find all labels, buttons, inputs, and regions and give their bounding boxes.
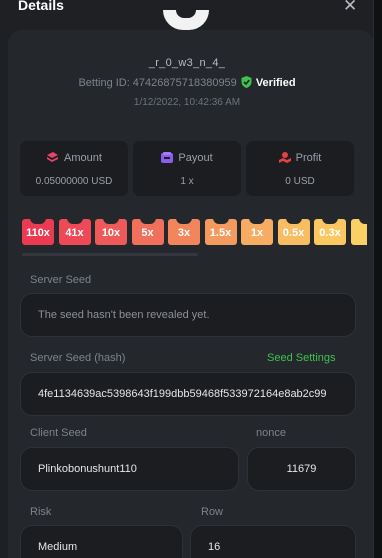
multiplier-chip: 0.3x xyxy=(314,219,346,245)
seed-settings-link[interactable]: Seed Settings xyxy=(267,352,336,364)
multiplier-chip: 1x xyxy=(241,219,273,245)
betting-id-value: 47426875718380959 xyxy=(132,77,237,89)
money-icon xyxy=(46,152,59,166)
close-icon[interactable]: ✕ xyxy=(343,0,357,16)
stat-label-payout: Payout xyxy=(178,152,213,164)
multiplier-chip: 41x xyxy=(58,219,91,245)
multiplier-chip xyxy=(350,219,367,245)
bet-timestamp: 1/12/2022, 10:42:36 AM xyxy=(133,97,241,108)
server-seed-hash-label: Server Seed (hash) xyxy=(30,352,126,364)
client-seed-label: Client Seed xyxy=(30,427,87,439)
server-seed-field[interactable]: The seed hasn't been revealed yet. xyxy=(20,293,356,337)
multiplier-chip: 10x xyxy=(95,219,127,245)
risk-label: Risk xyxy=(30,506,52,518)
nonce-label: nonce xyxy=(256,427,286,439)
payout-icon xyxy=(161,152,174,166)
betting-id-row: Betting ID: 47426875718380959 Verified xyxy=(0,76,373,91)
stat-card-amount: Amount 0.05000000 USD xyxy=(20,141,128,196)
multiplier-row: 110x 41x 10x 5x 3x 1.5x 1x 0.5x 0.3x xyxy=(22,219,367,247)
risk-field[interactable]: Medium xyxy=(20,525,183,558)
nonce-field[interactable]: 11679 xyxy=(247,447,356,491)
server-seed-hash-field[interactable]: 4fe1134639ac5398643f199dbb59468f53397216… xyxy=(20,372,356,416)
profit-icon xyxy=(278,152,291,166)
multiplier-chip: 110x xyxy=(22,219,54,245)
shield-check-icon xyxy=(241,76,252,91)
details-modal: Details ✕ _r_0_w3_n_4_ Betting ID: 474268… xyxy=(0,0,374,558)
verified-label: Verified xyxy=(255,77,296,89)
multiplier-scrollbar[interactable] xyxy=(22,253,198,256)
server-seed-label: Server Seed xyxy=(30,274,92,286)
stat-card-payout: Payout 1 x xyxy=(133,141,241,196)
modal-title: Details xyxy=(18,0,64,13)
client-seed-field[interactable]: Plinkobonushunt110 xyxy=(20,447,239,491)
stat-label-amount: Amount xyxy=(64,152,102,164)
stat-value-amount: 0.05000000 USD xyxy=(35,176,113,187)
multiplier-chip: 0.5x xyxy=(277,219,310,245)
multiplier-chip: 3x xyxy=(168,219,200,245)
stat-value-profit: 0 USD xyxy=(285,176,315,187)
multiplier-chip: 5x xyxy=(131,219,164,245)
stat-card-profit: Profit 0 USD xyxy=(246,141,354,196)
stat-value-payout: 1 x xyxy=(180,176,194,187)
row-field[interactable]: 16 xyxy=(190,525,356,558)
avatar xyxy=(163,10,209,30)
betting-id-label: Betting ID: xyxy=(78,77,130,89)
username: _r_0_w3_n_4_ xyxy=(148,57,226,69)
row-label: Row xyxy=(201,506,224,518)
multiplier-chip: 1.5x xyxy=(204,219,237,245)
stat-label-profit: Profit xyxy=(295,152,322,164)
